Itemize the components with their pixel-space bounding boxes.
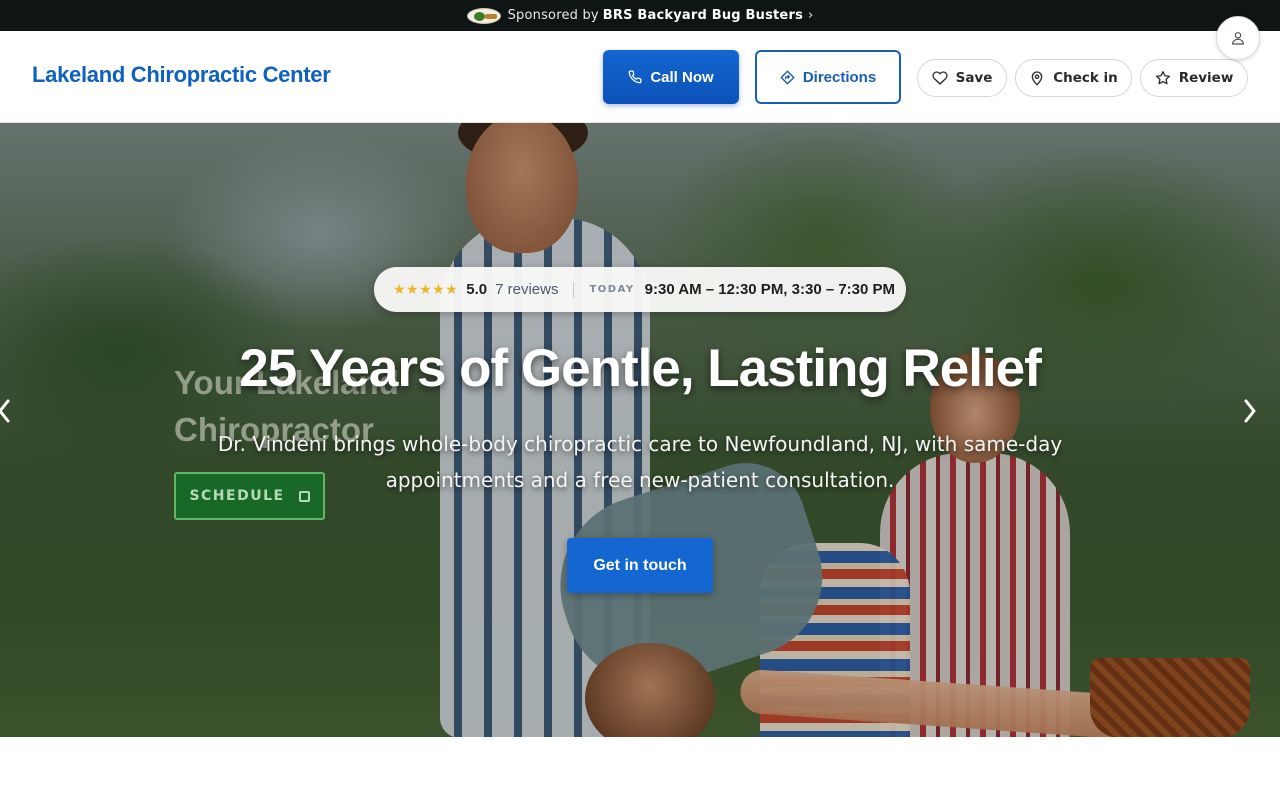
hours-today: 9:30 AM – 12:30 PM, 3:30 – 7:30 PM [644, 281, 896, 298]
site-header: Lakeland Chiropractic Center Call Now Di… [0, 31, 1280, 123]
hero-section: Your Lakeland Chiropractor SCHEDULE ★★★★… [0, 123, 1280, 737]
account-avatar-button[interactable] [1216, 16, 1260, 60]
sponsor-logo-icon [466, 7, 501, 24]
business-name[interactable]: Lakeland Chiropractic Center [32, 62, 331, 88]
star-outline-icon [1155, 71, 1170, 85]
phone-icon [628, 70, 642, 84]
rating-value: 5.0 [466, 281, 488, 298]
pill-divider [573, 281, 575, 298]
today-label: TODAY [589, 284, 635, 295]
review-button[interactable]: Review [1140, 59, 1248, 97]
sponsor-name[interactable]: BRS Backyard Bug Busters [603, 8, 803, 23]
hero-subtitle: Dr. Vindeni brings whole-body chiropract… [217, 432, 1063, 492]
call-now-label: Call Now [650, 68, 714, 86]
sponsor-bar[interactable]: Sponsored by BRS Backyard Bug Busters › [0, 0, 1280, 31]
check-in-label: Check in [1053, 70, 1118, 86]
chevron-right-icon [1244, 399, 1256, 423]
carousel-next-button[interactable] [1238, 393, 1262, 429]
map-pin-icon [1031, 71, 1043, 86]
carousel-prev-button[interactable] [0, 393, 16, 429]
check-in-button[interactable]: Check in [1015, 59, 1132, 97]
rating-stars-icon: ★★★★★ [393, 281, 459, 297]
rating-hours-pill: ★★★★★ 5.0 7 reviews TODAY 9:30 AM – 12:3… [374, 267, 906, 312]
directions-icon [780, 70, 795, 84]
chevron-left-icon [0, 399, 10, 423]
hero-title: 25 Years of Gentle, Lasting Relief [239, 339, 1042, 398]
directions-label: Directions [802, 68, 877, 86]
chevron-right-icon: › [808, 8, 814, 23]
save-label: Save [955, 70, 993, 86]
heart-icon [931, 71, 948, 85]
get-in-touch-button[interactable]: Get in touch [567, 538, 713, 593]
directions-button[interactable]: Directions [755, 50, 901, 104]
save-button[interactable]: Save [917, 59, 1007, 97]
call-now-button[interactable]: Call Now [603, 50, 739, 104]
sponsor-prefix: Sponsored by [507, 8, 599, 23]
user-icon [1232, 32, 1244, 45]
reviews-link[interactable]: 7 reviews [495, 281, 558, 298]
review-label: Review [1178, 70, 1234, 86]
